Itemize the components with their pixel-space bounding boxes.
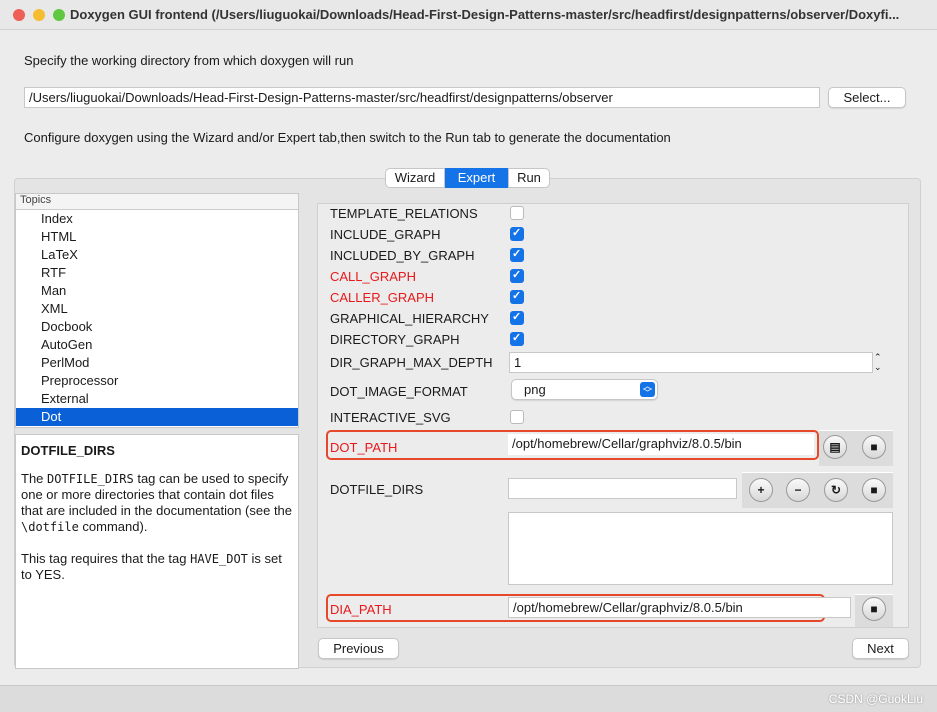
dotfile-dirs-list[interactable] <box>508 512 893 585</box>
topic-item[interactable]: Man <box>16 282 298 300</box>
interactive-svg-checkbox[interactable] <box>510 410 524 424</box>
folder-icon[interactable]: ■ <box>862 597 886 621</box>
dot-path-input[interactable]: /opt/homebrew/Cellar/graphviz/8.0.5/bin <box>508 434 814 455</box>
description-paragraph: The DOTFILE_DIRS tag can be used to spec… <box>21 471 293 534</box>
workdir-input[interactable]: /Users/liuguokai/Downloads/Head-First-De… <box>24 87 820 108</box>
directory-graph-label: DIRECTORY_GRAPH <box>330 332 460 347</box>
graphical-hierarchy-label: GRAPHICAL_HIERARCHY <box>330 311 489 326</box>
interactive-svg-label: INTERACTIVE_SVG <box>330 410 451 425</box>
select-arrows-icon: ︿ ﹀ <box>640 382 655 398</box>
graphical-hierarchy-checkbox[interactable] <box>510 310 524 325</box>
topic-item-selected[interactable]: Dot <box>16 408 298 426</box>
status-bar: CSDN @GuokLiu <box>0 685 937 712</box>
dia-path-label: DIA_PATH <box>330 602 392 617</box>
dot-image-format-label: DOT_IMAGE_FORMAT <box>330 384 468 399</box>
tab-expert[interactable]: Expert <box>445 168 508 188</box>
options-scroll-area[interactable]: TEMPLATE_RELATIONS INCLUDE_GRAPH INCLUDE… <box>317 203 909 628</box>
plus-icon[interactable]: + <box>749 478 773 502</box>
folder-icon[interactable]: ■ <box>862 435 886 459</box>
caller-graph-label: CALLER_GRAPH <box>330 290 435 305</box>
include-graph-checkbox[interactable] <box>510 226 524 241</box>
dir-graph-max-depth-label: DIR_GRAPH_MAX_DEPTH <box>330 355 493 370</box>
dir-graph-max-depth-input[interactable]: 1 <box>509 352 873 373</box>
dia-path-input[interactable]: /opt/homebrew/Cellar/graphviz/8.0.5/bin <box>508 597 851 618</box>
topic-item[interactable]: PerlMod <box>16 354 298 372</box>
topics-header: Topics <box>16 194 298 210</box>
description-paragraph: This tag requires that the tag HAVE_DOT … <box>21 551 282 582</box>
folder-icon[interactable]: ■ <box>862 478 886 502</box>
minus-icon[interactable]: − <box>786 478 810 502</box>
dotfile-dirs-input[interactable] <box>508 478 737 499</box>
refresh-icon[interactable]: ↻ <box>824 478 848 502</box>
tab-run[interactable]: Run <box>508 168 550 188</box>
call-graph-checkbox[interactable] <box>510 268 524 283</box>
call-graph-label: CALL_GRAPH <box>330 269 416 284</box>
topic-item[interactable]: Preprocessor <box>16 372 298 390</box>
file-icon[interactable]: ▤ <box>823 435 847 459</box>
directory-graph-checkbox[interactable] <box>510 331 524 346</box>
workdir-label: Specify the working directory from which… <box>24 53 354 68</box>
minimize-window-button[interactable] <box>33 9 45 21</box>
dot-path-label: DOT_PATH <box>330 440 398 455</box>
topics-list: Topics Index HTML LaTeX RTF Man XML Docb… <box>15 193 299 428</box>
included-by-graph-label: INCLUDED_BY_GRAPH <box>330 248 475 263</box>
dot-image-format-select[interactable]: png ︿ ﹀ <box>511 379 658 400</box>
caller-graph-checkbox[interactable] <box>510 289 524 304</box>
topic-item[interactable]: External <box>16 390 298 408</box>
description-panel: DOTFILE_DIRS The DOTFILE_DIRS tag can be… <box>15 434 299 669</box>
title-bar: Doxygen GUI frontend (/Users/liuguokai/D… <box>0 0 937 30</box>
included-by-graph-checkbox[interactable] <box>510 247 524 262</box>
template-relations-checkbox[interactable] <box>510 206 524 220</box>
previous-button[interactable]: Previous <box>318 638 399 659</box>
tab-wizard[interactable]: Wizard <box>385 168 445 188</box>
window-title: Doxygen GUI frontend (/Users/liuguokai/D… <box>70 7 900 22</box>
topic-item[interactable]: Docbook <box>16 318 298 336</box>
stepper-icon[interactable]: ⌃ ⌄ <box>874 352 882 372</box>
topic-item[interactable]: XML <box>16 300 298 318</box>
include-graph-label: INCLUDE_GRAPH <box>330 227 441 242</box>
topic-item[interactable]: AutoGen <box>16 336 298 354</box>
topic-item[interactable]: Index <box>16 210 298 228</box>
topic-item[interactable]: LaTeX <box>16 246 298 264</box>
topic-item[interactable]: HTML <box>16 228 298 246</box>
watermark: CSDN @GuokLiu <box>828 692 923 706</box>
topic-item[interactable]: RTF <box>16 264 298 282</box>
template-relations-label: TEMPLATE_RELATIONS <box>330 206 478 221</box>
close-window-button[interactable] <box>13 9 25 21</box>
select-button[interactable]: Select... <box>828 87 906 108</box>
description-title: DOTFILE_DIRS <box>21 443 115 458</box>
dotfile-dirs-label: DOTFILE_DIRS <box>330 482 424 497</box>
next-button[interactable]: Next <box>852 638 909 659</box>
zoom-window-button[interactable] <box>53 9 65 21</box>
hint-text: Configure doxygen using the Wizard and/o… <box>24 130 671 145</box>
